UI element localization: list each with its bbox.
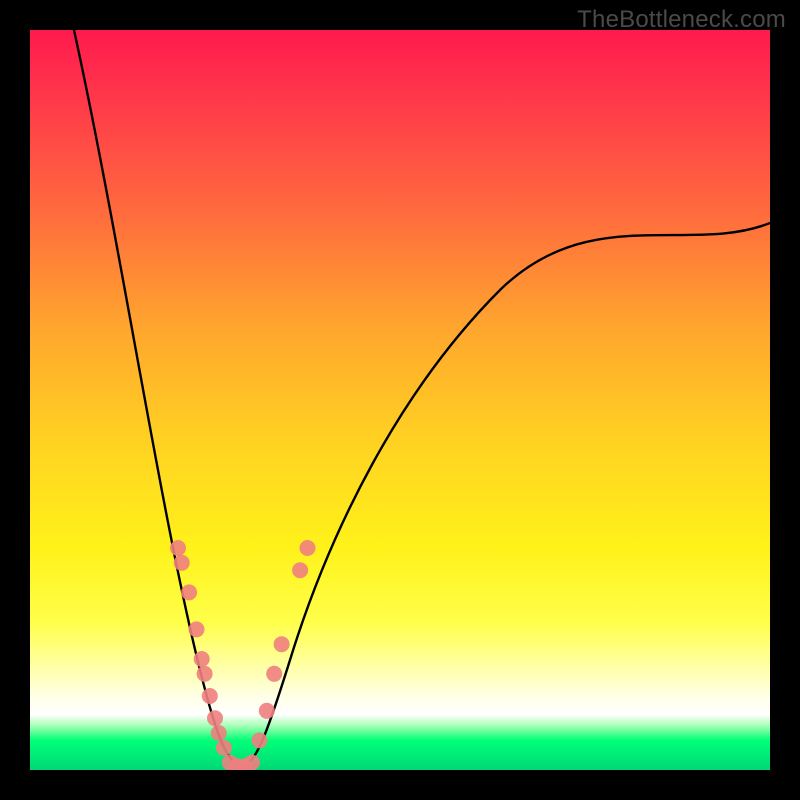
marker-point <box>266 666 282 682</box>
marker-point <box>197 666 213 682</box>
plot-area <box>30 30 770 770</box>
marker-point <box>170 540 186 556</box>
marker-point <box>174 555 190 571</box>
chart-frame: TheBottleneck.com <box>0 0 800 800</box>
marker-point <box>207 710 223 726</box>
marker-point <box>251 732 267 748</box>
marker-point <box>202 688 218 704</box>
bottleneck-curve <box>30 30 770 770</box>
marker-point <box>300 540 316 556</box>
marker-point <box>211 725 227 741</box>
marker-point <box>194 651 210 667</box>
curve-path <box>74 30 770 766</box>
marker-point <box>244 755 260 770</box>
marker-point <box>259 703 275 719</box>
marker-point <box>216 740 232 756</box>
marker-point <box>292 562 308 578</box>
marker-group <box>170 540 316 770</box>
marker-point <box>181 584 197 600</box>
marker-point <box>274 636 290 652</box>
marker-point <box>189 621 205 637</box>
